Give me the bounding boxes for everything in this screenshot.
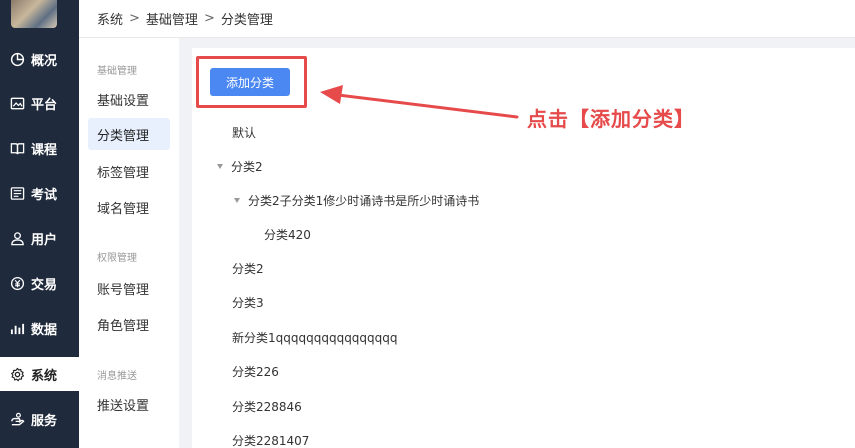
annotation-text: 点击【添加分类】 [527,107,695,131]
annotation-arrow-icon [320,85,519,119]
